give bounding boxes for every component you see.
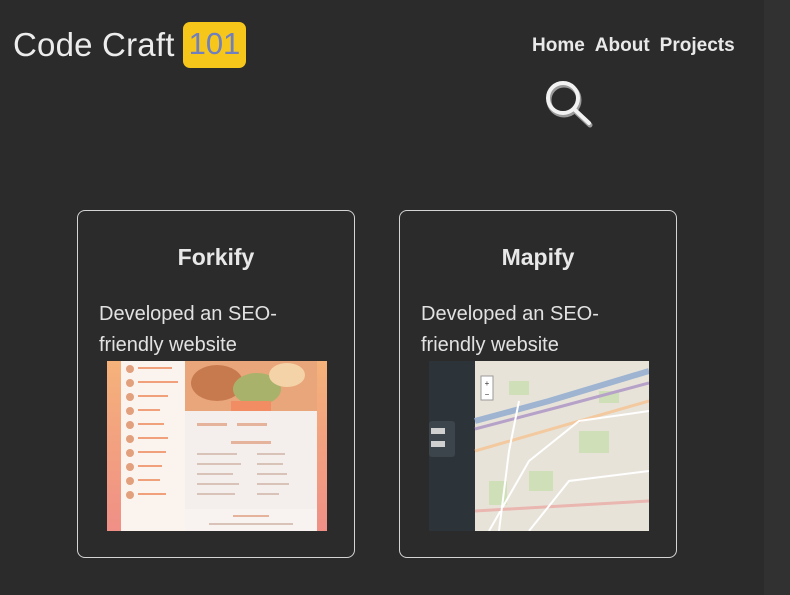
logo-badge: 101 <box>182 22 247 68</box>
search-icon[interactable] <box>544 78 596 128</box>
page-scrollbar-track[interactable] <box>764 0 790 595</box>
project-card-mapify[interactable]: Mapify Developed an SEO-friendly website… <box>399 210 677 558</box>
mapify-screenshot: + − <box>429 361 649 531</box>
nav-about-link[interactable]: About <box>595 35 650 57</box>
nav-home-link[interactable]: Home <box>532 35 585 57</box>
project-description: Developed an SEO-friendly website <box>99 303 277 356</box>
site-logo[interactable]: Code Craft 101 <box>13 22 247 68</box>
svg-text:−: − <box>485 390 490 399</box>
project-card-forkify[interactable]: Forkify Developed an SEO-friendly websit… <box>77 210 355 558</box>
svg-text:+: + <box>485 379 490 388</box>
nav-projects-link[interactable]: Projects <box>660 35 735 57</box>
project-title: Mapify <box>501 244 575 270</box>
logo-text: Code Craft <box>13 25 175 63</box>
forkify-screenshot <box>107 361 327 531</box>
project-description: Developed an SEO-friendly website <box>421 303 599 356</box>
main-nav: Home About Projects <box>532 35 735 57</box>
project-title: Forkify <box>177 244 255 270</box>
